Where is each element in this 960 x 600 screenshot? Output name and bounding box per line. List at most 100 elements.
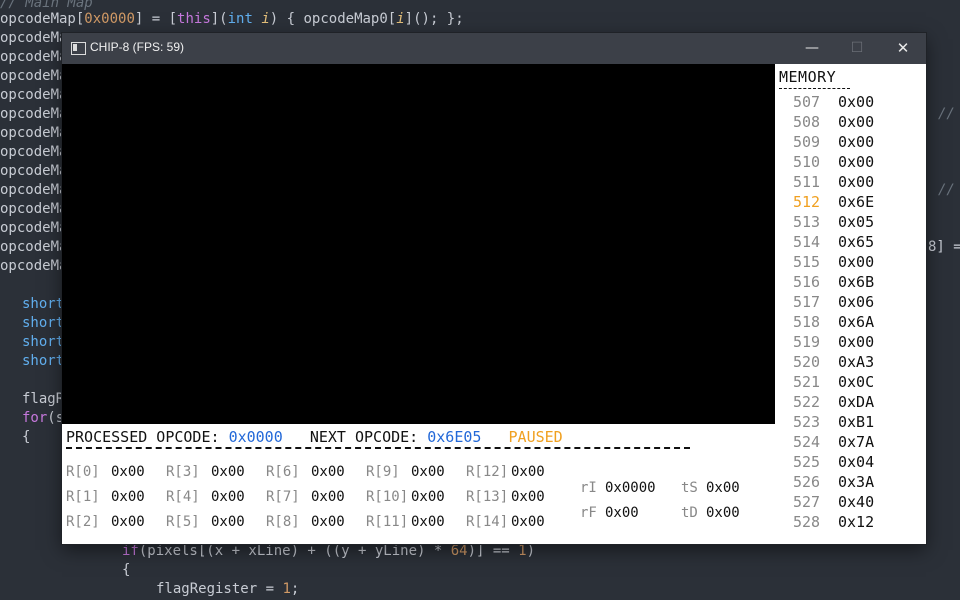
code-token: 1 xyxy=(282,581,291,597)
memory-value: 0x00 xyxy=(838,113,875,131)
code-line: { xyxy=(22,428,30,447)
memory-address: 508 xyxy=(793,113,821,131)
register-value: 0x00 xyxy=(706,480,740,496)
code-token: 8] = xyxy=(928,239,960,255)
display-screen xyxy=(62,64,775,424)
memory-value: 0x00 xyxy=(838,133,875,151)
memory-address: 514 xyxy=(793,233,821,251)
register-value: 0x00 xyxy=(411,464,445,480)
register-value: 0x00 xyxy=(211,489,245,505)
code-token: { xyxy=(122,562,131,578)
memory-row-current: 512 0x6E xyxy=(775,192,926,212)
register-r3: R[3] 0x00 xyxy=(166,464,245,480)
memory-address: 528 xyxy=(793,513,821,531)
register-label: rF xyxy=(580,505,597,521)
memory-value: 0x00 xyxy=(838,153,875,171)
close-button[interactable]: ✕ xyxy=(880,33,926,64)
memory-row: 525 0x04 xyxy=(775,452,926,472)
register-value: 0x00 xyxy=(211,514,245,530)
register-value: 0x0000 xyxy=(605,480,656,496)
register-value: 0x00 xyxy=(605,505,639,521)
status-bar: PROCESSED OPCODE: 0x0000 NEXT OPCODE: 0x… xyxy=(66,428,563,446)
memory-row: 514 0x65 xyxy=(775,232,926,252)
register-r6: R[6] 0x00 xyxy=(266,464,345,480)
register-value: 0x00 xyxy=(111,514,145,530)
window-title: CHIP-8 (FPS: 59) xyxy=(90,40,185,54)
memory-row: 523 0xB1 xyxy=(775,412,926,432)
register-label: R[1] xyxy=(66,489,100,505)
register-value: 0x00 xyxy=(311,464,345,480)
maximize-button[interactable]: ☐ xyxy=(834,33,880,64)
memory-row: 507 0x00 xyxy=(775,92,926,112)
memory-address: 521 xyxy=(793,373,821,391)
code-token: 0x0000 xyxy=(84,11,135,27)
register-label: R[3] xyxy=(166,464,200,480)
code-line: short xyxy=(22,352,64,371)
register-label: tS xyxy=(681,480,698,496)
register-label: R[4] xyxy=(166,489,200,505)
register-label: tD xyxy=(681,505,698,521)
memory-address: 511 xyxy=(793,173,821,191)
code-line: 8] = xyxy=(928,238,960,257)
memory-address: 525 xyxy=(793,453,821,471)
code-token: if xyxy=(122,543,139,559)
memory-address: 523 xyxy=(793,413,821,431)
memory-value: 0x12 xyxy=(838,513,875,531)
code-token: ) { opcodeMap0[ xyxy=(269,11,397,27)
register-label: R[9] xyxy=(366,464,400,480)
register-value: 0x00 xyxy=(511,464,545,480)
memory-row: 516 0x6B xyxy=(775,272,926,292)
code-token: short xyxy=(22,315,65,331)
window-titlebar[interactable]: CHIP-8 (FPS: 59) — ☐ ✕ xyxy=(62,33,926,64)
memory-row: 509 0x00 xyxy=(775,132,926,152)
memory-value: 0x40 xyxy=(838,493,875,511)
register-r9: R[9] 0x00 xyxy=(366,464,445,480)
minimize-button[interactable]: — xyxy=(789,33,835,64)
memory-value: 0x00 xyxy=(838,173,875,191)
memory-address: 519 xyxy=(793,333,821,351)
register-label: R[2] xyxy=(66,514,100,530)
code-token: flagR xyxy=(22,391,65,407)
memory-value: 0x00 xyxy=(838,93,875,111)
code-token: ](); }; xyxy=(404,11,464,27)
memory-address: 524 xyxy=(793,433,821,451)
memory-row: 517 0x06 xyxy=(775,292,926,312)
register-value: 0x00 xyxy=(706,505,740,521)
code-line: flagR xyxy=(22,390,64,409)
chip8-window[interactable]: CHIP-8 (FPS: 59) — ☐ ✕ MEMORY 507 0x00 508… xyxy=(62,33,926,544)
memory-value: 0x00 xyxy=(838,253,875,271)
memory-panel: MEMORY 507 0x00 508 0x00 509 0x00 510 0x00 511 0x… xyxy=(775,64,926,544)
code-token: 64 xyxy=(450,543,468,559)
register-td: tD 0x00 xyxy=(681,505,740,521)
code-token: // xyxy=(938,106,955,122)
code-token: 1 xyxy=(518,543,527,559)
memory-row: 513 0x05 xyxy=(775,212,926,232)
memory-row: 527 0x40 xyxy=(775,492,926,512)
code-line: flagRegister = 1; xyxy=(156,580,299,599)
code-line: short xyxy=(22,314,64,333)
code-token: short xyxy=(22,334,65,350)
memory-address: 527 xyxy=(793,493,821,511)
code-line: short xyxy=(22,295,64,314)
status-divider xyxy=(66,447,690,449)
code-line: short xyxy=(22,333,64,352)
memory-row: 510 0x00 xyxy=(775,152,926,172)
code-token: short xyxy=(22,296,65,312)
memory-value: 0xDA xyxy=(838,393,875,411)
memory-address: 510 xyxy=(793,153,821,171)
memory-value: 0xB1 xyxy=(838,413,875,431)
memory-value: 0x0C xyxy=(838,373,875,391)
memory-address: 522 xyxy=(793,393,821,411)
memory-row: 526 0x3A xyxy=(775,472,926,492)
register-value: 0x00 xyxy=(311,514,345,530)
next-opcode-label: NEXT OPCODE: xyxy=(309,428,428,446)
memory-value: 0x04 xyxy=(838,453,875,471)
code-token: (pixels[(x + xLine) + ((y + yLine) * xyxy=(138,543,451,559)
memory-row: 522 0xDA xyxy=(775,392,926,412)
memory-row: 515 0x00 xyxy=(775,252,926,272)
code-line: for(s xyxy=(22,409,64,428)
memory-address: 520 xyxy=(793,353,821,371)
register-r4: R[4] 0x00 xyxy=(166,489,245,505)
code-line: if(pixels[(x + xLine) + ((y + yLine) * 6… xyxy=(122,542,535,561)
register-r1: R[1] 0x00 xyxy=(66,489,145,505)
